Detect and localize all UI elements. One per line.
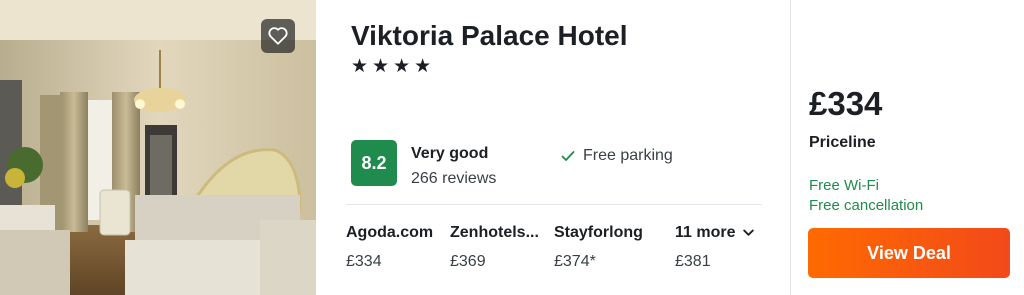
provider-zenhotels[interactable]: Zenhotels... £369 xyxy=(450,224,539,271)
star-rating: ★★★★ xyxy=(351,56,436,77)
provider-price: £381 xyxy=(675,253,711,270)
provider-stayforlong[interactable]: Stayforlong £374* xyxy=(554,224,643,271)
amenity-label: Free parking xyxy=(583,147,673,164)
provider-agoda[interactable]: Agoda.com £334 xyxy=(346,224,433,271)
rating-label: Very good xyxy=(411,145,489,162)
hotel-photo[interactable] xyxy=(0,0,316,295)
hotel-info: Viktoria Palace Hotel ★★★★ 8.2 Very good… xyxy=(316,0,790,295)
deal-panel: £334 Priceline Free Wi-Fi Free cancellat… xyxy=(791,0,1024,295)
provider-name: Agoda.com xyxy=(346,224,434,241)
favorite-button[interactable] xyxy=(261,19,295,53)
chevron-down-icon xyxy=(743,229,755,236)
deal-source: Priceline xyxy=(809,134,876,151)
more-providers-button[interactable]: 11 more £381 xyxy=(675,224,755,271)
provider-price: £369 xyxy=(450,253,486,270)
provider-price: £374* xyxy=(554,253,596,270)
perk-free-wifi: Free Wi-Fi xyxy=(809,177,879,194)
provider-price: £334 xyxy=(346,253,382,270)
more-providers-label-row: 11 more xyxy=(675,224,755,242)
amenity-free-parking: Free parking xyxy=(561,147,673,165)
score-badge: 8.2 xyxy=(351,140,397,186)
review-count: 266 reviews xyxy=(411,170,497,187)
divider xyxy=(346,204,762,205)
view-deal-button[interactable]: View Deal xyxy=(808,228,1010,278)
more-providers-label: 11 more xyxy=(675,224,736,241)
provider-name: Zenhotels... xyxy=(450,224,539,241)
hotel-result-card: Viktoria Palace Hotel ★★★★ 8.2 Very good… xyxy=(0,0,1024,295)
check-icon xyxy=(561,151,575,161)
hotel-name[interactable]: Viktoria Palace Hotel xyxy=(351,20,628,52)
provider-name: Stayforlong xyxy=(554,224,643,241)
perk-free-cancellation: Free cancellation xyxy=(809,197,924,214)
heart-icon xyxy=(268,27,288,45)
deal-price: £334 xyxy=(809,85,883,122)
